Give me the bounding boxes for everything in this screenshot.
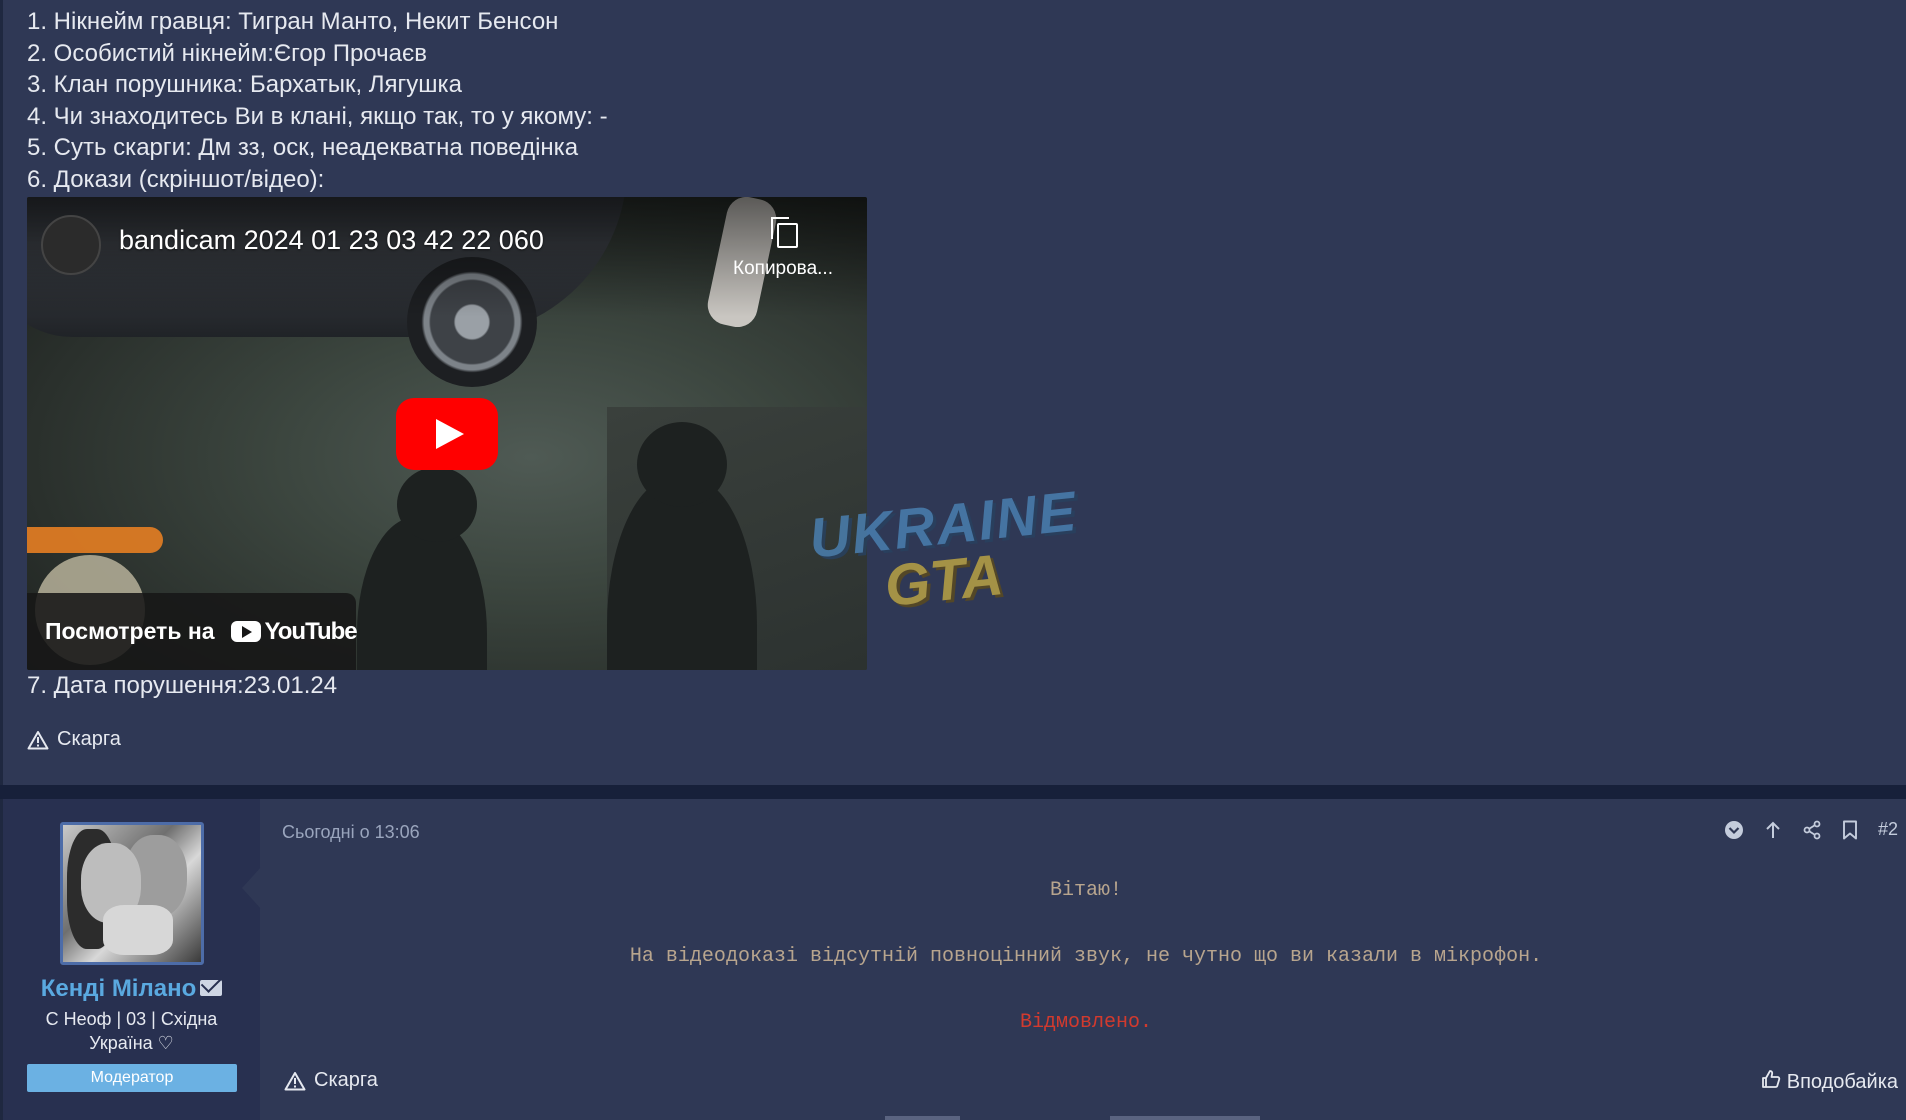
copy-icon: [771, 217, 798, 248]
video-scene-figure-head: [637, 422, 727, 507]
text-line-date: 7. Дата порушення:23.01.24: [27, 672, 338, 699]
watch-on-label: Посмотреть на: [45, 618, 215, 644]
post-number[interactable]: #2: [1878, 819, 1898, 840]
post-1: 1. Нікнейм гравця: Тигран Манто, Некит Б…: [0, 0, 1906, 785]
youtube-icon: [230, 621, 261, 642]
watermark-line-2: GTA: [881, 542, 1006, 620]
avatar-photo-part: [103, 905, 173, 955]
chevron-down-icon[interactable]: [1724, 820, 1744, 840]
report-button[interactable]: Скарга: [284, 1069, 378, 1092]
user-title: С Неоф | 03 | Східна Україна ♡: [45, 1009, 218, 1053]
post-2: Кенді Мілано С Неоф | 03 | Східна Україн…: [0, 799, 1906, 1120]
text-line-evidence: 6. Докази (скріншот/відео):: [27, 165, 325, 193]
text-line-in-clan: 4. Чи знаходитесь Ви в клані, якщо так, …: [27, 102, 608, 130]
like-label: Вподобайка: [1786, 1070, 1898, 1093]
text-line-clan: 3. Клан порушника: Бархатык, Лягушка: [27, 71, 462, 99]
post-actions: #2: [1724, 819, 1906, 840]
greeting-text: Вітаю!: [1049, 879, 1122, 902]
copy-link-label: Копирова...: [733, 258, 833, 279]
ukraine-gta-watermark: UKRAINE GTA: [806, 475, 1120, 651]
report-label: Скарга: [314, 1069, 378, 1091]
stub: [1110, 1116, 1260, 1120]
play-button[interactable]: [396, 398, 498, 470]
youtube-wordmark: YouTube: [264, 617, 358, 645]
bottom-edge-stubs: [0, 1116, 1906, 1120]
post-timestamp[interactable]: Сьогодні о 13:06: [282, 822, 420, 843]
userbar-arrow: [240, 866, 262, 910]
avatar[interactable]: [60, 822, 204, 965]
role-badge: Модератор: [27, 1064, 237, 1092]
youtube-logo: YouTube: [230, 617, 358, 646]
text-line-nickname: 1. Нікнейм гравця: Тигран Манто, Некит Б…: [27, 8, 559, 35]
text-line-essence: 5. Суть скарги: Дм зз, оск, неадекватна …: [27, 134, 579, 162]
post-separator: [0, 785, 1906, 799]
video-scene-figure: [357, 517, 487, 670]
report-button[interactable]: Скарга: [27, 728, 121, 751]
video-title[interactable]: bandicam 2024 01 23 03 42 22 060: [119, 225, 544, 256]
username[interactable]: Кенді Мілано: [3, 975, 260, 1003]
watch-on-youtube-button[interactable]: Посмотреть на YouTube: [27, 593, 358, 670]
video-scene-figure-head: [397, 467, 477, 542]
thumbs-up-icon: [1761, 1069, 1781, 1095]
bookmark-icon[interactable]: [1842, 820, 1858, 840]
copy-link-button[interactable]: Копирова...: [723, 217, 843, 280]
warning-icon: [27, 730, 49, 750]
stub: [885, 1116, 960, 1120]
mail-icon[interactable]: [200, 979, 223, 996]
channel-avatar[interactable]: [41, 215, 101, 275]
report-label: Скарга: [57, 728, 121, 750]
warning-icon: [284, 1071, 306, 1091]
username-text[interactable]: Кенді Мілано: [41, 975, 196, 1002]
text-line-personal-nickname: 2. Особистий нікнейм:Єгор Прочаєв: [27, 39, 427, 67]
youtube-embed[interactable]: bandicam 2024 01 23 03 42 22 060 Копиров…: [27, 197, 867, 670]
arrow-up-icon[interactable]: [1764, 820, 1782, 840]
user-sidebar: Кенді Мілано С Неоф | 03 | Східна Україн…: [3, 799, 260, 1120]
like-button[interactable]: Вподобайка: [1761, 1069, 1898, 1095]
verdict-text: Відмовлено.: [1019, 1011, 1153, 1034]
message-text: На відеодоказі відсутній повноцінний зву…: [629, 945, 1543, 968]
video-hud-gift-badge: [27, 527, 163, 553]
share-icon[interactable]: [1802, 820, 1822, 840]
post-1-body: 1. Нікнейм гравця: Тигран Манто, Некит Б…: [27, 6, 608, 196]
